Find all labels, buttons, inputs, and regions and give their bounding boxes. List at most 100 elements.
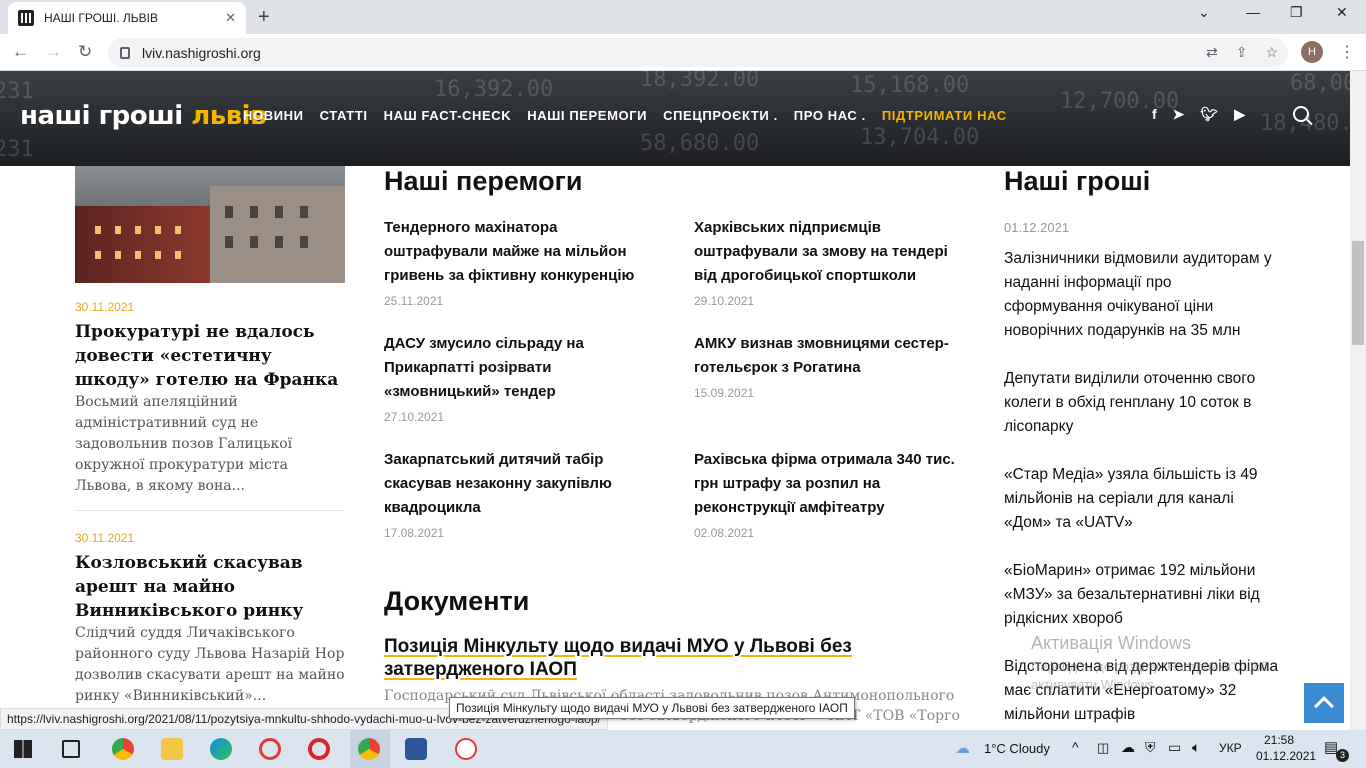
right-date: 01.12.2021 <box>1004 220 1070 235</box>
back-icon[interactable]: ← <box>12 42 29 62</box>
right-news-item[interactable]: Депутати виділили оточенню свого колеги … <box>1004 367 1274 439</box>
social-links: f ➤ 🐦︎ ▶ <box>1152 106 1245 123</box>
yandex-icon[interactable] <box>455 738 477 760</box>
windows-start-icon[interactable] <box>14 740 32 758</box>
win-title[interactable]: Закарпатський дитячий табір скасував нез… <box>384 448 649 520</box>
news-photo[interactable] <box>75 166 345 283</box>
tray-app-icon[interactable]: ◫ <box>1097 740 1109 756</box>
reload-icon[interactable]: ↻ <box>78 42 92 62</box>
task-view-icon[interactable] <box>62 740 80 758</box>
news-date: 30.11.2021 <box>75 300 135 314</box>
right-news-item[interactable]: «БіоМарин» отримає 192 мільйони «МЗУ» за… <box>1004 559 1279 631</box>
win-item: ДАСУ змусило сільраду на Прикарпатті роз… <box>384 332 634 424</box>
nav-news[interactable]: НОВИНИ <box>243 108 304 123</box>
nav-wins[interactable]: НАШІ ПЕРЕМОГИ <box>527 108 647 123</box>
minimize-icon[interactable]: — <box>1246 4 1260 20</box>
weather-icon[interactable]: ☁ <box>955 739 970 757</box>
win-date: 15.09.2021 <box>694 386 755 400</box>
chrome-profile-icon[interactable] <box>358 738 380 760</box>
share-icon[interactable]: ⇪ <box>1236 44 1248 61</box>
window-close-icon[interactable]: ✕ <box>1336 4 1348 21</box>
forward-icon[interactable]: → <box>45 42 62 62</box>
news-title[interactable]: Козловський скасував арешт на майно Винн… <box>75 551 345 623</box>
address-url[interactable]: lviv.nashigroshi.org <box>142 45 261 61</box>
news-excerpt: Восьмий апеляційний адміністративний суд… <box>75 394 293 494</box>
telegram-icon[interactable]: ➤ <box>1173 106 1185 123</box>
notification-badge: 3 <box>1336 749 1349 762</box>
nav-articles[interactable]: СТАТТІ <box>320 108 368 123</box>
left-news-item: 30.11.2021 Козловський скасував арешт на… <box>75 531 345 707</box>
scrollbar-thumb[interactable] <box>1352 241 1364 345</box>
right-news-item[interactable]: Залізничники відмовили аудиторам у надан… <box>1004 247 1274 343</box>
logo-main: наші гроші <box>20 101 183 131</box>
search-icon[interactable] <box>1293 106 1309 122</box>
win-item: Харківських підприємців оштрафували за з… <box>694 216 964 308</box>
file-explorer-icon[interactable] <box>161 738 183 760</box>
chevron-down-icon[interactable]: ⌄ <box>1198 4 1210 21</box>
address-bar[interactable]: lviv.nashigroshi.org ⇄ ⇪ ☆ <box>108 38 1288 67</box>
win-title[interactable]: Тендерного махінатора оштрафували майже … <box>384 216 659 288</box>
chrome-icon[interactable] <box>112 738 134 760</box>
win-title[interactable]: Харківських підприємців оштрафували за з… <box>694 216 964 288</box>
new-tab-icon[interactable]: + <box>258 6 270 29</box>
translate-icon[interactable]: ⇄ <box>1206 44 1218 61</box>
right-news-item[interactable]: «Стар Медіа» узяла більшість із 49 мільй… <box>1004 463 1274 535</box>
clock-date[interactable]: 01.12.2021 <box>1256 749 1316 763</box>
left-news-item: 30.11.2021 Прокуратурі не вдалось довест… <box>75 300 345 497</box>
win-date: 02.08.2021 <box>694 526 755 540</box>
tab-title: НАШІ ГРОШІ. ЛЬВІВ <box>44 11 158 25</box>
link-tooltip: Позиція Мінкульту щодо видачі МУО у Льво… <box>449 697 855 719</box>
shield-icon[interactable]: ⛨ <box>1145 739 1156 756</box>
scroll-to-top-button[interactable] <box>1304 683 1344 723</box>
browser-tab[interactable]: НАШІ ГРОШІ. ЛЬВІВ ✕ <box>8 2 246 34</box>
tab-close-icon[interactable]: ✕ <box>225 10 236 26</box>
win-date: 25.11.2021 <box>384 294 444 308</box>
main-nav: НОВИНИ СТАТТІ НАШ FACT-CHECK НАШІ ПЕРЕМО… <box>243 108 1007 123</box>
lock-icon[interactable] <box>120 46 130 59</box>
twitter-icon[interactable]: 🐦︎ <box>1200 106 1218 123</box>
bookmark-star-icon[interactable]: ☆ <box>1265 44 1278 61</box>
win-item: Закарпатський дитячий табір скасував нез… <box>384 448 649 540</box>
nav-special-projects[interactable]: СПЕЦПРОЄКТИ . <box>663 108 778 123</box>
nav-about[interactable]: ПРО НАС . <box>794 108 866 123</box>
win-date: 17.08.2021 <box>384 526 445 540</box>
word-icon[interactable] <box>405 738 427 760</box>
document-link[interactable]: Позиція Мінкульту щодо видачі МУО у Льво… <box>384 635 864 681</box>
clock-time[interactable]: 21:58 <box>1264 733 1294 747</box>
activation-text: Перейдіть до розділу "Настройки", щоб ак… <box>1031 659 1269 692</box>
browser-menu-icon[interactable]: ⋮ <box>1339 42 1355 62</box>
site-favicon-icon <box>18 10 34 26</box>
nav-support[interactable]: ПІДТРИМАТИ НАС <box>882 108 1007 123</box>
network-icon[interactable]: ▭ <box>1168 739 1181 756</box>
bg-number: 68,00 <box>1290 71 1350 96</box>
win-date: 29.10.2021 <box>694 294 755 308</box>
facebook-icon[interactable]: f <box>1152 106 1157 123</box>
win-item: Рахівська фірма отримала 340 тис. грн шт… <box>694 448 966 540</box>
nav-fact-check[interactable]: НАШ FACT-CHECK <box>384 108 512 123</box>
cloud-icon[interactable]: ☁ <box>1121 739 1135 756</box>
win-item: Тендерного махінатора оштрафували майже … <box>384 216 659 308</box>
win-title[interactable]: ДАСУ змусило сільраду на Прикарпатті роз… <box>384 332 634 404</box>
page-scrollbar[interactable] <box>1350 71 1366 730</box>
volume-icon[interactable]: 🔈︎ <box>1192 739 1200 756</box>
app-icon[interactable] <box>259 738 281 760</box>
language-indicator[interactable]: УКР <box>1219 741 1242 755</box>
money-section-title: Наші гроші <box>1004 166 1151 196</box>
edge-icon[interactable] <box>210 738 232 760</box>
restore-icon[interactable]: ❐ <box>1290 4 1303 21</box>
browser-tabbar: НАШІ ГРОШІ. ЛЬВІВ ✕ + ⌄ — ❐ ✕ <box>0 0 1366 34</box>
tray-expand-icon[interactable]: ^ <box>1072 739 1079 755</box>
profile-avatar[interactable]: Н <box>1301 41 1323 63</box>
youtube-icon[interactable]: ▶ <box>1234 106 1245 123</box>
bg-number: 58,680.00 <box>640 131 760 156</box>
activation-title: Активація Windows <box>1031 633 1191 653</box>
weather-text[interactable]: 1°C Cloudy <box>984 741 1050 756</box>
site-logo[interactable]: наші гроші львів <box>20 101 267 131</box>
bg-number: 15,168.00 <box>850 73 970 98</box>
news-title[interactable]: Прокуратурі не вдалось довести «естетичн… <box>75 320 345 392</box>
opera-icon[interactable] <box>308 738 330 760</box>
divider <box>75 510 345 511</box>
wins-section-title: Наші перемоги <box>384 166 583 196</box>
win-title[interactable]: АМКУ визнав змовницями сестер-готельєрок… <box>694 332 964 380</box>
win-title[interactable]: Рахівська фірма отримала 340 тис. грн шт… <box>694 448 966 520</box>
